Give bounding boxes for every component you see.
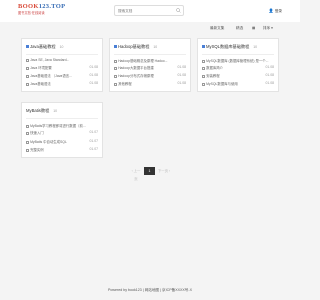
- header: BOOK123.TOP 图书文档·在线阅读 👤登录: [0, 0, 300, 22]
- book-icon: [26, 45, 29, 49]
- divider: [202, 54, 274, 55]
- doc-item[interactable]: 安装教程 01.08: [202, 73, 274, 79]
- logo-text-part2: 123.TOP: [38, 3, 66, 10]
- logo[interactable]: BOOK123.TOP 图书文档·在线阅读: [18, 3, 66, 15]
- doc-icon: [26, 58, 29, 62]
- logo-subtitle: 图书文档·在线阅读: [18, 10, 45, 15]
- doc-item[interactable]: Hadoop大数据平台搭建 01.08: [114, 65, 186, 71]
- doc-item[interactable]: MyBatis学习教程即将进行数据（前...: [26, 123, 98, 129]
- collection-card[interactable]: Java基础教程 10 Java SE, Java Standard... Jav…: [21, 38, 103, 92]
- doc-item[interactable]: Java基础语法 01.08: [26, 81, 98, 87]
- login-label: 登录: [274, 9, 282, 13]
- featured-button[interactable]: 精选: [236, 26, 243, 31]
- doc-icon: [26, 74, 29, 78]
- page-1-button[interactable]: 1: [144, 167, 155, 175]
- doc-item[interactable]: Java基础语法 （Java语言... 01.08: [26, 73, 98, 79]
- doc-item[interactable]: 快速入门 01.07: [26, 130, 98, 136]
- grid-view-icon[interactable]: ▦: [252, 26, 255, 30]
- doc-icon: [26, 82, 29, 86]
- card-title[interactable]: Java基础教程 10: [26, 44, 63, 50]
- search-input[interactable]: [118, 7, 170, 14]
- doc-item[interactable]: Hadoop分布式存储原理 01.08: [114, 73, 186, 79]
- divider: [26, 54, 98, 55]
- doc-icon: [26, 148, 29, 152]
- doc-icon: [114, 82, 117, 86]
- doc-item[interactable]: Hadoop基础概念及原理 Hadoo...: [114, 58, 186, 64]
- collection-card[interactable]: MySQL数据库基础教程 10 MySQL数据库 (数据库管理系统) 是一个...…: [197, 38, 279, 92]
- doc-icon: [26, 66, 29, 70]
- doc-item[interactable]: Java 环境配置 01.08: [26, 65, 98, 71]
- card-title[interactable]: Hadoop基础教程 10: [114, 44, 157, 50]
- collection-card[interactable]: Hadoop基础教程 10 Hadoop基础概念及原理 Hadoo... Hado…: [109, 38, 191, 92]
- collection-card[interactable]: MyBatis教程 10 MyBatis学习教程即将进行数据（前... 快速入门 0…: [21, 102, 103, 158]
- doc-icon: [26, 140, 29, 144]
- divider: [114, 54, 186, 55]
- book-icon: [202, 45, 205, 49]
- login-link[interactable]: 👤登录: [269, 8, 282, 14]
- doc-item[interactable]: Java SE, Java Standard...: [26, 58, 98, 64]
- toolbar: 最新文集 精选 ▦ 排序 ▾: [20, 26, 282, 36]
- doc-item[interactable]: MySQL数据库与使用 01.08: [202, 81, 274, 87]
- doc-icon: [202, 66, 205, 70]
- card-count: 10: [53, 109, 58, 113]
- doc-item[interactable]: 其他教程 01.08: [114, 81, 186, 87]
- search-box: [114, 5, 184, 16]
- doc-item[interactable]: MyBatis 中自动生成SQL 01.07: [26, 139, 98, 145]
- doc-item[interactable]: 数据库简介 01.08: [202, 65, 274, 71]
- card-count: 10: [253, 45, 258, 49]
- footer-text: Powered by book123 | 网站地图 | 京ICP备XXXX号-X: [108, 288, 192, 292]
- doc-icon: [114, 66, 117, 70]
- book-icon: [114, 45, 117, 49]
- card-count: 10: [59, 45, 64, 49]
- doc-icon: [202, 82, 205, 86]
- doc-item[interactable]: MySQL数据库 (数据库管理系统) 是一个...: [202, 58, 274, 64]
- divider: [26, 118, 98, 119]
- card-title[interactable]: MySQL数据库基础教程 10: [202, 44, 257, 50]
- sort-latest-button[interactable]: 最新文集: [210, 26, 224, 31]
- doc-icon: [26, 131, 29, 135]
- doc-item[interactable]: 完整实例 01.07: [26, 147, 98, 153]
- next-page-button[interactable]: 下一页 ›: [157, 167, 171, 175]
- doc-icon: [202, 59, 205, 63]
- logo-text-part1: BOOK: [18, 3, 39, 10]
- user-icon: 👤: [268, 8, 274, 13]
- search-icon[interactable]: [176, 8, 181, 13]
- card-title[interactable]: MyBatis教程 10: [26, 108, 57, 114]
- doc-icon: [26, 124, 29, 128]
- sort-dropdown[interactable]: 排序 ▾: [263, 26, 273, 31]
- doc-icon: [202, 74, 205, 78]
- card-count: 10: [153, 45, 158, 49]
- doc-icon: [114, 59, 117, 63]
- doc-icon: [114, 74, 117, 78]
- prev-page-button[interactable]: ‹ 上一页: [130, 167, 142, 181]
